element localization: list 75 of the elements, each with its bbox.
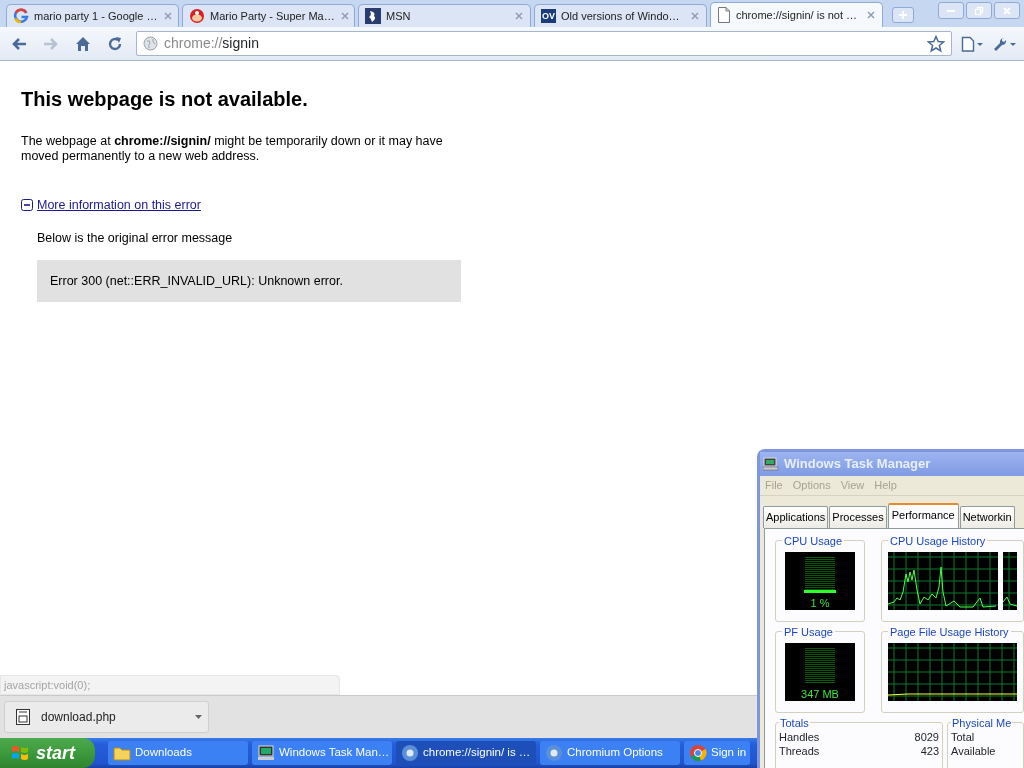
windows-flag-icon [10,743,30,763]
computer-icon [763,457,779,471]
ball-icon [689,744,707,762]
minimize-button[interactable] [938,2,964,19]
globe-icon [143,36,158,51]
group-label: PF Usage [783,624,834,639]
close-icon[interactable] [514,11,524,21]
site-logo-icon: OV [541,9,556,23]
minimize-icon [947,9,955,12]
download-item[interactable]: download.php [4,701,209,733]
stat-value: 8029 [914,729,939,744]
orb-icon [545,744,563,762]
reload-icon [107,35,123,52]
error-code-panel: Error 300 (net::ERR_INVALID_URL): Unknown error. [37,259,461,303]
taskbar-item[interactable]: Sign in [684,741,751,765]
new-tab-button[interactable] [892,7,914,23]
details-intro-text: Below is the original error message [37,229,234,247]
close-icon[interactable] [690,11,700,21]
close-button[interactable] [994,2,1020,19]
taskbar-item[interactable]: chrome://signin/ is … [396,741,536,765]
group-label: CPU Usage [783,533,844,548]
back-arrow-icon [11,36,27,51]
home-icon [75,35,91,52]
minus-box-icon[interactable] [21,199,33,212]
close-icon[interactable] [162,11,173,21]
close-icon [1002,5,1012,16]
tab[interactable]: Networkin [959,506,1015,528]
tab[interactable]: Applications [763,506,829,528]
stat-label: Total [951,729,975,744]
cpu-history-graph [1003,551,1017,610]
browser-tab[interactable]: mario party 1 - Google … [6,4,179,27]
restore-button[interactable] [966,2,992,19]
folder-icon [113,745,131,761]
restore-icon [974,5,984,16]
browser-tab[interactable]: OV Old versions of Windo… [534,4,707,27]
caret-icon[interactable] [195,715,202,719]
status-bubble: javascript:void(0); [0,674,340,695]
plus-icon [898,10,908,20]
group-label: Totals [779,715,810,730]
file-icon [15,708,31,726]
stat-label: Available [951,743,996,758]
stat-label: Handles [779,729,820,744]
taskbar-item[interactable]: Downloads [108,741,248,765]
meter-reading: 347 MB [801,687,839,701]
taskbar-item[interactable]: Chromium Options [540,741,680,765]
monitor-icon [257,745,275,761]
google-g-icon [13,8,29,24]
start-button[interactable]: start [0,738,95,768]
window-title: Windows Task Manager [784,455,931,474]
group-label: Physical Me [951,715,1013,730]
meter-reading: 1 % [810,596,830,610]
close-icon[interactable] [339,11,350,21]
wrench-icon [992,35,1018,52]
page-heading: This webpage is not available. [21,87,309,111]
group-label: Page File Usage History [889,624,1010,639]
stat-value: 423 [920,743,939,758]
browser-tab[interactable]: MSN [358,4,531,27]
star-icon[interactable] [927,34,945,53]
taskbar-item[interactable]: Windows Task Man… [252,741,392,765]
tab[interactable]: Performance [887,503,959,528]
browser-tab[interactable]: Mario Party - Super Ma… [182,4,355,27]
close-icon[interactable] [866,10,876,20]
orb-icon [401,744,419,762]
mario-head-icon [189,8,205,24]
forward-arrow-icon [43,36,59,51]
error-message-text: The webpage at chrome://signin/ might be temporarily down or it may have moved permanently to a new web address. [21,134,444,164]
address-bar[interactable]: chrome://signin [136,31,952,56]
tab[interactable]: Processes [829,506,887,528]
address-text: chrome://signin [164,34,259,53]
browser-tab[interactable]: chrome://signin/ is not … [710,2,883,27]
page-menu-icon [961,35,985,52]
page-icon [717,7,731,23]
more-info-link[interactable]: More information on this error [37,196,201,215]
group-label: CPU Usage History [889,533,987,548]
stat-label: Threads [779,743,820,758]
